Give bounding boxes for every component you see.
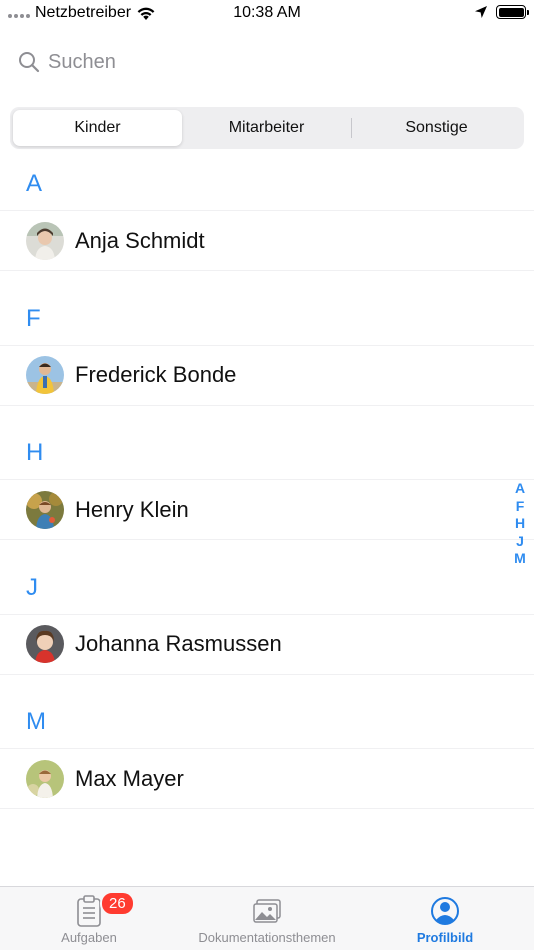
section-a: A Anja Schmidt [0, 158, 534, 293]
list-item[interactable]: Frederick Bonde [0, 346, 534, 406]
search-input[interactable] [48, 50, 488, 74]
photos-icon [253, 899, 281, 923]
status-time: 10:38 AM [233, 4, 301, 21]
segment-kinder[interactable]: Kinder [13, 110, 182, 146]
location-arrow-icon [475, 6, 487, 18]
contact-name: Johanna Rasmussen [75, 631, 282, 656]
avatar [26, 356, 64, 394]
tab-label: Aufgaben [61, 930, 117, 945]
index-letter-a[interactable]: A [510, 480, 530, 498]
tasks-badge: 26 [100, 891, 135, 916]
status-right [474, 5, 529, 19]
section-index: A F H J M [510, 480, 530, 568]
tab-label: Profilbild [416, 930, 474, 945]
index-letter-f[interactable]: F [510, 498, 530, 516]
search-icon [19, 52, 40, 73]
contact-name: Frederick Bonde [75, 362, 237, 387]
list-item[interactable]: Johanna Rasmussen [0, 615, 534, 675]
avatar [26, 625, 64, 663]
section-header: A [0, 158, 534, 211]
avatar [26, 490, 64, 529]
clipboard-icon [77, 895, 101, 927]
avatar [26, 759, 64, 798]
contact-name: Max Mayer [75, 765, 184, 791]
tab-label: Dokumentationsthemen [198, 930, 336, 945]
status-bar: Netzbetreiber 10:38 AM [0, 0, 534, 27]
index-letter-m[interactable]: M [510, 550, 530, 568]
section-header: J [0, 562, 534, 615]
segment-sonstige[interactable]: Sonstige [352, 110, 521, 146]
section-h: H Henry Klein [0, 427, 534, 562]
list-item[interactable]: Henry Klein [0, 480, 534, 540]
contact-name: Anja Schmidt [75, 227, 205, 253]
section-header: M [0, 696, 534, 749]
section-header: F [0, 293, 534, 346]
index-letter-h[interactable]: H [510, 515, 530, 533]
list-item[interactable]: Max Mayer [0, 749, 534, 809]
tab-profilbild[interactable]: Profilbild [356, 887, 534, 950]
list-item[interactable]: Anja Schmidt [0, 211, 534, 271]
segmented-control: Kinder Mitarbeiter Sonstige [10, 107, 524, 149]
tab-dokumentationsthemen[interactable]: Dokumentationsthemen [178, 887, 356, 950]
profile-icon [431, 897, 459, 925]
contact-list: A Anja Schmidt F Frederick Bonde H Henry… [0, 158, 534, 831]
section-j: J Johanna Rasmussen [0, 562, 534, 697]
tab-aufgaben[interactable]: 26 Aufgaben [0, 887, 178, 950]
contact-name: Henry Klein [75, 496, 189, 522]
battery-icon [496, 5, 529, 19]
search-bar[interactable] [18, 40, 518, 84]
index-letter-j[interactable]: J [510, 533, 530, 551]
section-f: F Frederick Bonde [0, 293, 534, 428]
tab-bar: 26 Aufgaben Dokumentationsthemen Profilb… [0, 886, 534, 950]
section-header: H [0, 427, 534, 480]
avatar [26, 221, 64, 260]
segment-mitarbeiter[interactable]: Mitarbeiter [182, 110, 351, 146]
section-m: M Max Mayer [0, 696, 534, 831]
